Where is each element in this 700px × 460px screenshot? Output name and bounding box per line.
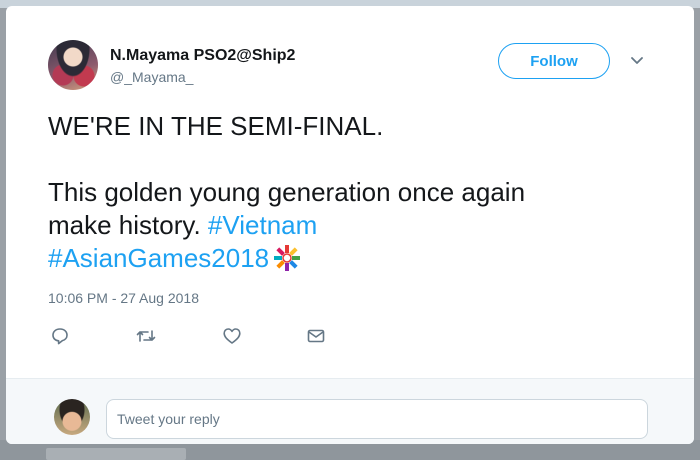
tweet-text-line-2: This golden young generation once again [48,177,526,207]
tweet-card: N.Mayama PSO2@Ship2 @_Mayama_ Follow WE'… [6,6,694,444]
hashtag-vietnam[interactable]: #Vietnam [208,210,317,240]
tweet-text-line-3: make history. #Vietnam [48,209,658,242]
heart-icon[interactable] [220,324,244,348]
author-handle[interactable]: @_Mayama_ [110,69,193,85]
tweet-timestamp[interactable]: 10:06 PM - 27 Aug 2018 [48,290,199,306]
hashtag-asiangames2018[interactable]: #AsianGames2018 [48,243,269,273]
reply-icon[interactable] [48,324,72,348]
envelope-icon[interactable] [304,324,328,348]
tweet-text-line-4: #AsianGames2018 [48,242,658,275]
chevron-down-icon[interactable] [630,54,644,68]
author-display-name[interactable]: N.Mayama PSO2@Ship2 [110,47,295,65]
retweet-icon[interactable] [134,324,158,348]
reply-composer [6,378,694,444]
tweet: N.Mayama PSO2@Ship2 @_Mayama_ Follow WE'… [6,6,694,378]
asian-games-mascot-emoji [272,243,302,273]
current-user-avatar [54,399,90,435]
backdrop-next-item [46,448,186,460]
tweet-text-line-1: WE'RE IN THE SEMI-FINAL. [48,111,384,141]
follow-button[interactable]: Follow [498,43,610,79]
reply-input[interactable] [106,399,648,439]
tweet-actions [6,324,694,348]
tweet-text-line-3-text: make history. [48,210,208,240]
tweet-text: WE'RE IN THE SEMI-FINAL. This golden you… [48,110,658,275]
author-avatar[interactable] [48,40,98,90]
